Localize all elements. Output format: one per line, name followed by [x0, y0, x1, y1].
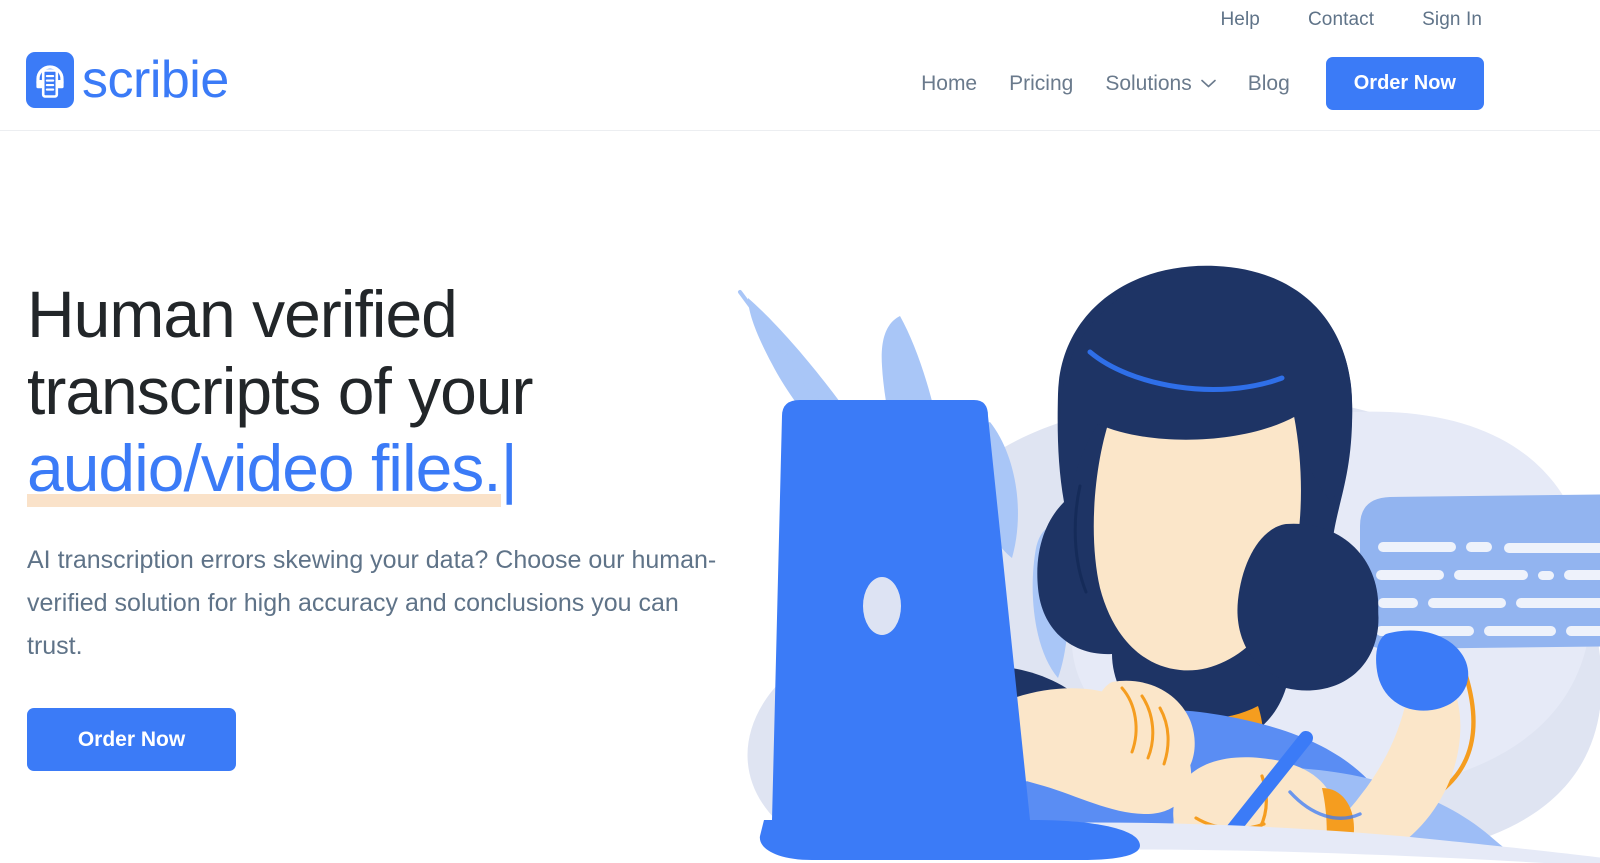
nav-item-blog[interactable]: Blog	[1232, 72, 1306, 96]
hero-section: Human verified transcripts of your audio…	[0, 131, 1600, 863]
transcript-speech-bubble	[1360, 494, 1600, 649]
laptop-base	[759, 820, 1140, 860]
hero-copy: Human verified transcripts of your audio…	[27, 276, 727, 771]
headphone-document-icon	[26, 52, 74, 108]
nav-item-pricing-label: Pricing	[1009, 71, 1074, 95]
nav-item-solutions-label: Solutions	[1105, 71, 1192, 95]
nav-item-home-label: Home	[921, 71, 978, 95]
nav-item-solutions[interactable]: Solutions	[1089, 72, 1231, 96]
laptop-lid	[772, 400, 1030, 836]
nav-item-home[interactable]: Home	[905, 72, 993, 96]
main-nav: Home Pricing Solutions Blog Order Now	[905, 57, 1484, 110]
nav-item-blog-label: Blog	[1247, 71, 1290, 95]
header-order-now-button[interactable]: Order Now	[1325, 57, 1484, 110]
brand-logo[interactable]: scribie	[26, 52, 229, 108]
site-header: Help Contact Sign In scribie Home Pricin…	[0, 0, 1600, 131]
hero-subheadline: AI transcription errors skewing your dat…	[27, 546, 717, 660]
laptop-logo-icon	[863, 577, 901, 635]
brand-name: scribie	[82, 51, 229, 109]
hero-headline: Human verified transcripts of your audio…	[27, 276, 727, 507]
hero-illustration	[660, 236, 1600, 863]
utility-nav-item-help[interactable]: Help	[1220, 9, 1259, 31]
hero-headline-accent: audio/video files.	[27, 431, 502, 507]
utility-nav-item-contact[interactable]: Contact	[1308, 9, 1374, 31]
chevron-down-icon	[1200, 79, 1216, 88]
nav-item-pricing[interactable]: Pricing	[993, 72, 1089, 96]
hero-headline-line1: Human verified	[27, 277, 458, 351]
text-cursor-icon: |	[500, 431, 518, 505]
hero-order-now-button[interactable]: Order Now	[27, 708, 236, 771]
hero-headline-line2: transcripts of your	[27, 354, 534, 428]
utility-nav-item-sign-in[interactable]: Sign In	[1422, 9, 1482, 31]
utility-nav: Help Contact Sign In	[1220, 0, 1600, 40]
